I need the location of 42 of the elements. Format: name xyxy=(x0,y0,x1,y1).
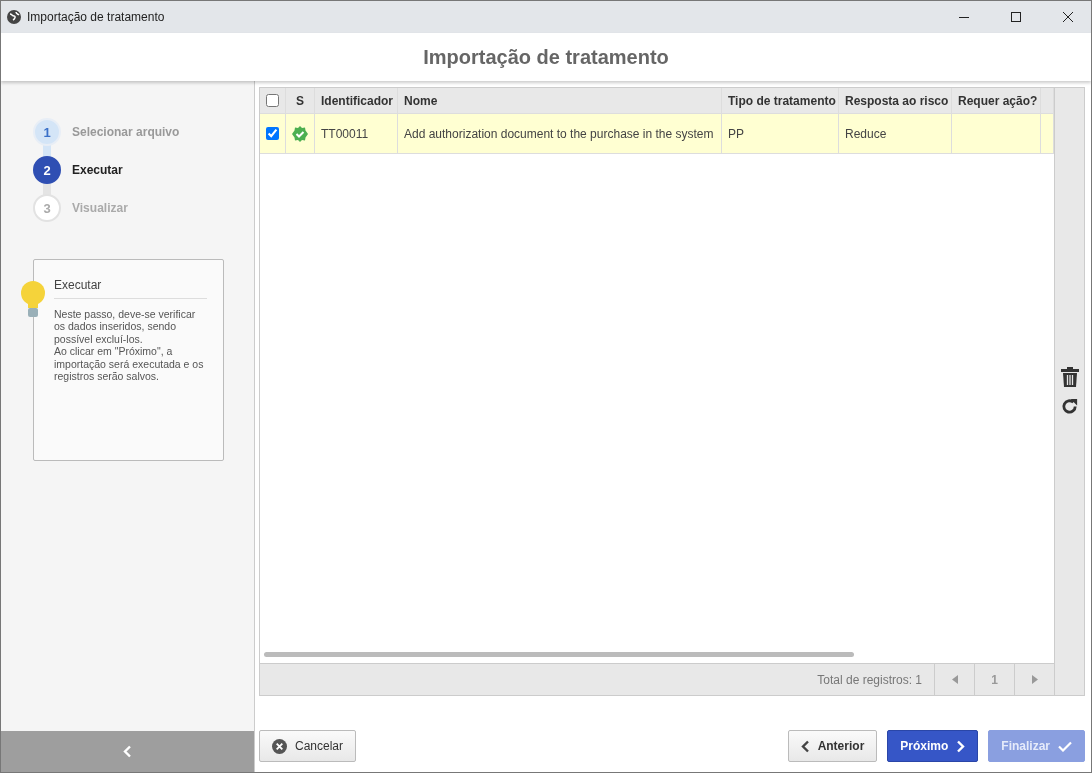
step-label: Executar xyxy=(72,163,123,177)
tip-title: Executar xyxy=(54,278,207,299)
horizontal-scrollbar[interactable] xyxy=(264,652,854,657)
window-title: Importação de tratamento xyxy=(27,10,166,24)
close-icon[interactable] xyxy=(1063,12,1073,22)
record-count: Total de registros: 1 xyxy=(817,672,923,687)
step-label: Selecionar arquivo xyxy=(72,125,180,139)
triangle-right-icon xyxy=(1031,675,1038,684)
dialog-title: Importação de tratamento xyxy=(423,45,669,69)
chevron-right-icon xyxy=(956,739,966,753)
column-header[interactable]: Identificador xyxy=(315,88,398,113)
column-header[interactable]: Tipo de tratamento xyxy=(722,88,839,113)
globe-icon xyxy=(7,10,21,24)
lightbulb-icon xyxy=(20,280,46,320)
column-header[interactable]: Nome xyxy=(398,88,722,113)
step-number: 1 xyxy=(33,118,61,146)
trash-icon[interactable] xyxy=(1060,367,1079,387)
chevron-left-icon xyxy=(800,739,810,753)
column-header[interactable]: Requer ação? xyxy=(952,88,1041,113)
table-row[interactable]: TT00011 Add authorization document to the purchase in the system PP Reduce xyxy=(260,114,1054,154)
step-number: 3 xyxy=(33,194,61,222)
select-all-checkbox[interactable] xyxy=(266,94,279,107)
refresh-icon[interactable] xyxy=(1060,397,1079,416)
row-checkbox[interactable] xyxy=(266,127,279,140)
chevron-left-icon xyxy=(123,745,132,758)
tip-text: Neste passo, deve-se verificar os dados inseridos, sendo possível excluí-los. Ao clicar em "Próximo", a importação será executada e os registros serão salvos. xyxy=(54,308,205,383)
table-cell: Add authorization document to the purchase in the system xyxy=(398,114,722,153)
column-header[interactable]: Resposta ao risco xyxy=(839,88,952,113)
column-header[interactable]: S xyxy=(296,93,304,108)
table-cell: TT00011 xyxy=(315,114,398,153)
maximize-icon[interactable] xyxy=(1011,12,1021,22)
step-label: Visualizar xyxy=(72,201,128,215)
cancel-button[interactable]: Cancelar xyxy=(259,730,357,762)
step-number: 2 xyxy=(33,156,61,184)
close-icon xyxy=(272,738,287,754)
back-button[interactable]: Anterior xyxy=(787,730,878,762)
next-button[interactable]: Próximo xyxy=(887,730,979,762)
minimize-icon[interactable] xyxy=(959,16,969,18)
table-cell: PP xyxy=(722,114,839,153)
triangle-left-icon xyxy=(951,675,958,684)
check-icon xyxy=(1058,740,1072,752)
table-cell: Reduce xyxy=(839,114,952,153)
